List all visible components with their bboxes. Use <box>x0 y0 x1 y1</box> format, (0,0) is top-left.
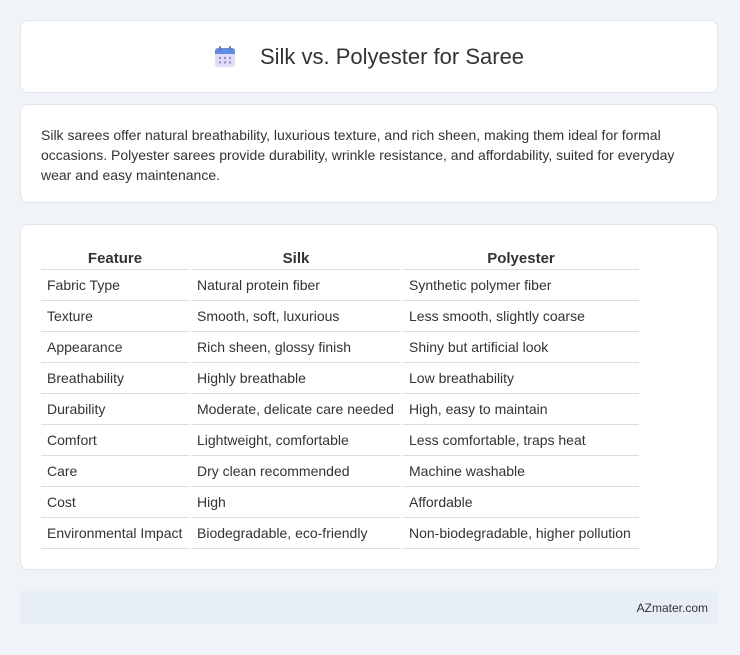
table-row: Breathability Highly breathable Low brea… <box>41 363 639 394</box>
header-polyester: Polyester <box>403 247 639 270</box>
polyester-cell: Affordable <box>403 487 639 518</box>
feature-cell: Breathability <box>41 363 189 394</box>
polyester-cell: Non-biodegradable, higher pollution <box>403 518 639 549</box>
footer-bar: AZmater.com <box>20 591 718 624</box>
silk-cell: Natural protein fiber <box>191 270 401 301</box>
polyester-cell: Less comfortable, traps heat <box>403 425 639 456</box>
table-row: Fabric Type Natural protein fiber Synthe… <box>41 270 639 301</box>
silk-cell: Biodegradable, eco-friendly <box>191 518 401 549</box>
title-card: Silk vs. Polyester for Saree <box>20 20 718 93</box>
feature-cell: Fabric Type <box>41 270 189 301</box>
table-row: Durability Moderate, delicate care neede… <box>41 394 639 425</box>
polyester-cell: Machine washable <box>403 456 639 487</box>
feature-cell: Texture <box>41 301 189 332</box>
silk-cell: Lightweight, comfortable <box>191 425 401 456</box>
description-text: Silk sarees offer natural breathability,… <box>41 127 675 183</box>
table-row: Comfort Lightweight, comfortable Less co… <box>41 425 639 456</box>
feature-cell: Environmental Impact <box>41 518 189 549</box>
polyester-cell: High, easy to maintain <box>403 394 639 425</box>
feature-cell: Comfort <box>41 425 189 456</box>
feature-cell: Cost <box>41 487 189 518</box>
polyester-cell: Shiny but artificial look <box>403 332 639 363</box>
table-row: Care Dry clean recommended Machine washa… <box>41 456 639 487</box>
page-title: Silk vs. Polyester for Saree <box>259 43 525 69</box>
title-wrap: Silk vs. Polyester for Saree <box>214 44 524 70</box>
table-row: Texture Smooth, soft, luxurious Less smo… <box>41 301 639 332</box>
table-row: Appearance Rich sheen, glossy finish Shi… <box>41 332 639 363</box>
polyester-cell: Less smooth, slightly coarse <box>403 301 639 332</box>
silk-cell: High <box>191 487 401 518</box>
description-card: Silk sarees offer natural breathability,… <box>20 104 718 203</box>
silk-cell: Rich sheen, glossy finish <box>191 332 401 363</box>
silk-cell: Smooth, soft, luxurious <box>191 301 401 332</box>
comparison-table: Feature Silk Polyester Fabric Type Natur… <box>39 247 641 549</box>
calendar-icon <box>214 45 236 68</box>
table-header-row: Feature Silk Polyester <box>41 247 639 270</box>
table-row: Cost High Affordable <box>41 487 639 518</box>
feature-cell: Appearance <box>41 332 189 363</box>
silk-cell: Moderate, delicate care needed <box>191 394 401 425</box>
feature-cell: Durability <box>41 394 189 425</box>
table-row: Environmental Impact Biodegradable, eco-… <box>41 518 639 549</box>
polyester-cell: Synthetic polymer fiber <box>403 270 639 301</box>
polyester-cell: Low breathability <box>403 363 639 394</box>
comparison-card: Feature Silk Polyester Fabric Type Natur… <box>20 224 718 570</box>
header-feature: Feature <box>41 247 189 270</box>
feature-cell: Care <box>41 456 189 487</box>
silk-cell: Highly breathable <box>191 363 401 394</box>
header-silk: Silk <box>191 247 401 270</box>
footer-brand[interactable]: AZmater.com <box>637 601 708 615</box>
silk-cell: Dry clean recommended <box>191 456 401 487</box>
